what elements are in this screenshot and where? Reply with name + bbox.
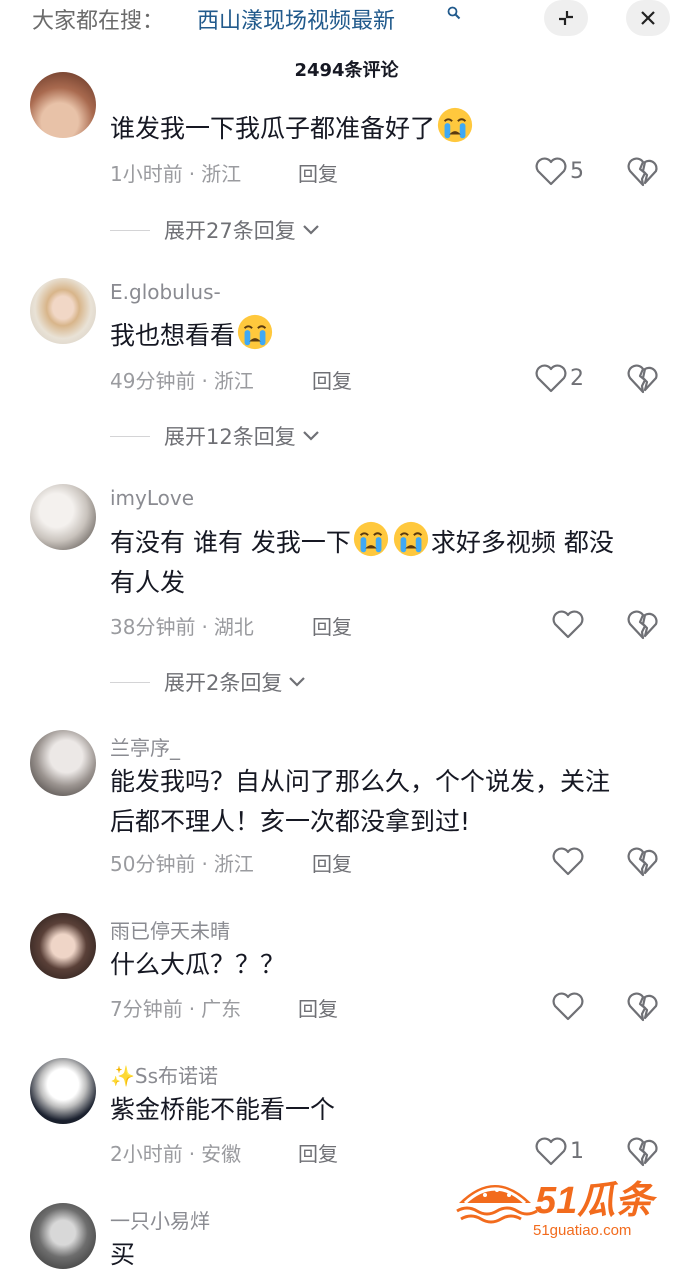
username[interactable]: 雨已停天未晴 <box>110 915 230 944</box>
watermark-brand: 51瓜条 <box>535 1180 657 1222</box>
divider <box>110 229 150 231</box>
username[interactable]: 一只小易烊 <box>110 1205 210 1234</box>
broken-heart-icon[interactable] <box>626 156 660 188</box>
reply-button[interactable]: 回复 <box>298 993 338 1022</box>
comment-meta: 1小时前 · 浙江 <box>110 162 242 186</box>
username[interactable]: imyLove <box>110 486 194 510</box>
comment-meta: 2小时前 · 安徽 <box>110 1142 242 1166</box>
search-prefix: 大家都在搜： <box>32 9 165 34</box>
like-count: 5 <box>570 159 584 184</box>
search-icon[interactable] <box>447 6 461 20</box>
comment-meta: 38分钟前 · 湖北 <box>110 615 254 639</box>
search-suggestion-link[interactable]: 西山漾现场视频最新 <box>197 3 395 35</box>
close-icon <box>641 11 655 25</box>
broken-heart-icon[interactable] <box>626 609 660 641</box>
username[interactable]: ✨Ss布诺诺 <box>110 1060 218 1089</box>
comment-text: 谁发我一下我瓜子都准备好了 <box>110 106 670 149</box>
heart-icon[interactable] <box>551 847 585 877</box>
broken-heart-icon[interactable] <box>626 363 660 395</box>
reply-button[interactable]: 回复 <box>312 611 352 640</box>
comment-text: 什么大瓜？？？ <box>110 950 286 979</box>
expand-replies-label: 展开2条回复 <box>164 671 283 695</box>
expand-replies-button[interactable]: 展开12条回复 <box>110 422 320 450</box>
username[interactable]: 兰亭序_ <box>110 732 180 761</box>
heart-icon[interactable] <box>534 364 568 394</box>
comment-meta: 7分钟前 · 广东 <box>110 997 242 1021</box>
expand-replies-button[interactable]: 展开27条回复 <box>110 216 320 244</box>
comment-meta: 49分钟前 · 浙江 <box>110 369 254 393</box>
heart-icon[interactable] <box>551 610 585 640</box>
heart-icon[interactable] <box>534 1137 568 1167</box>
crying-emoji <box>393 521 429 557</box>
crying-emoji <box>353 521 389 557</box>
expand-replies-label: 展开12条回复 <box>164 425 296 449</box>
avatar[interactable] <box>30 913 96 979</box>
like-count: 1 <box>570 1139 584 1164</box>
crying-emoji <box>237 314 273 350</box>
crying-emoji <box>437 107 473 143</box>
comments-count-title: 2494条评论 <box>294 60 399 81</box>
heart-icon[interactable] <box>534 157 568 187</box>
comment-text: 买 <box>110 1240 136 1269</box>
avatar[interactable] <box>30 278 96 344</box>
reply-button[interactable]: 回复 <box>298 158 338 187</box>
broken-heart-icon[interactable] <box>626 991 660 1023</box>
chevron-down-icon <box>302 431 319 441</box>
chevron-down-icon <box>289 677 306 687</box>
top-search-bar: 大家都在搜： 西山漾现场视频最新 <box>0 0 693 46</box>
comment-text: 紫金桥能不能看一个 <box>110 1095 336 1124</box>
reply-button[interactable]: 回复 <box>312 365 352 394</box>
avatar[interactable] <box>30 1058 96 1124</box>
broken-heart-icon[interactable] <box>626 846 660 878</box>
comment-text: 我也想看看 <box>110 313 670 356</box>
avatar[interactable] <box>30 730 96 796</box>
expand-replies-label: 展开27条回复 <box>164 219 296 243</box>
comment-meta: 50分钟前 · 浙江 <box>110 852 254 876</box>
reply-button[interactable]: 回复 <box>298 1138 338 1167</box>
comment-text: 有没有 谁有 发我一下 求好多视频 都没 有人发 <box>110 520 670 603</box>
divider <box>110 681 150 683</box>
broken-heart-icon[interactable] <box>626 1136 660 1168</box>
avatar[interactable] <box>30 72 96 138</box>
watermark-url: 51guatiao.com <box>533 1222 631 1239</box>
close-button[interactable] <box>626 0 670 36</box>
username[interactable]: E.globulus- <box>110 280 221 304</box>
avatar[interactable] <box>30 484 96 550</box>
collapse-icon <box>559 11 573 25</box>
chevron-down-icon <box>302 225 319 235</box>
reply-button[interactable]: 回复 <box>312 848 352 877</box>
avatar[interactable] <box>30 1203 96 1269</box>
watermelon-icon <box>456 1185 538 1224</box>
expand-replies-button[interactable]: 展开2条回复 <box>110 668 306 696</box>
comment-text: 能发我吗？自从问了那么久，个个说发，关注 后都不理人！亥一次都没拿到过! <box>110 767 611 836</box>
divider <box>110 435 150 437</box>
collapse-button[interactable] <box>544 0 588 36</box>
heart-icon[interactable] <box>551 992 585 1022</box>
watermark-logo: 51瓜条 51guatiao.com <box>456 1180 657 1239</box>
like-count: 2 <box>570 366 584 391</box>
